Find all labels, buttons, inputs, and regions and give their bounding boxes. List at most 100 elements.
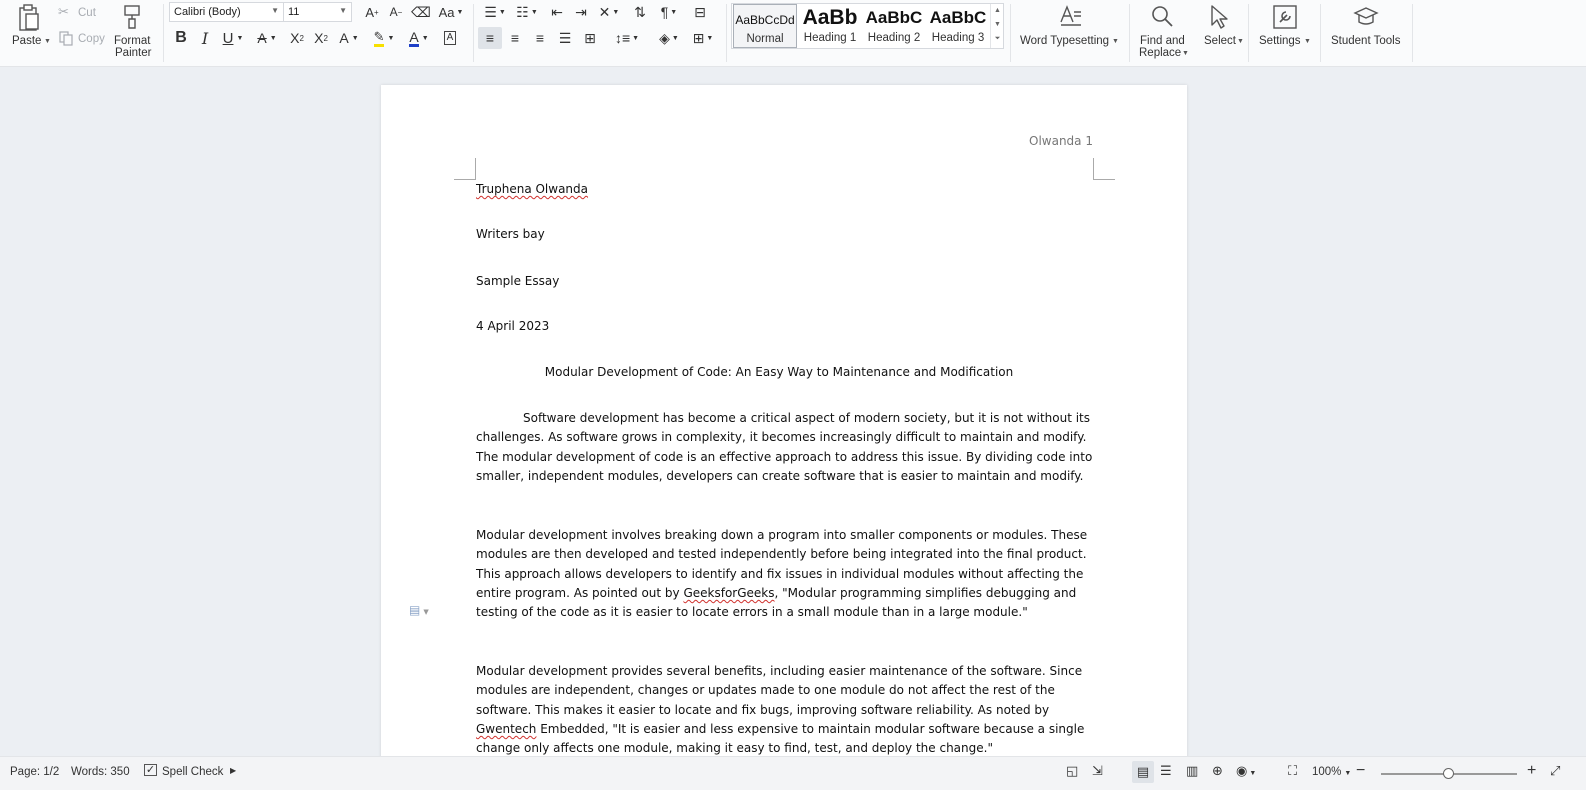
style-preview: AaBb [802,6,858,29]
divider [726,4,727,62]
fit-page-icon[interactable]: ⛶ [1288,763,1297,779]
read-mode-icon[interactable]: ◱ [1066,763,1078,779]
align-right-button[interactable]: ≡ [528,27,552,49]
format-painter-label-1: Format [114,35,151,47]
zoom-level[interactable]: 100% ▼ [1312,766,1351,778]
text-direction-button[interactable]: ⊟ [688,1,712,23]
course-name[interactable]: Sample Essay [476,274,559,288]
crop-mark-right [1093,158,1115,180]
strikethrough-button[interactable]: A ▼ [252,27,282,49]
font-name-select[interactable]: Calibri (Body) ▼ [169,2,284,22]
numbering-button[interactable]: ☷ ▼ [512,1,542,23]
style-heading-1[interactable]: AaBb Heading 1 [798,4,862,48]
outline-view-icon[interactable]: ☰ [1160,763,1172,779]
font-color-icon: A [409,28,419,47]
text-effects-button[interactable]: A ▼ [334,27,364,49]
bold-button[interactable]: B [169,27,193,49]
institution[interactable]: Writers bay [476,227,545,241]
document-page[interactable]: Olwanda 1 Truphena Olwanda Writers bay S… [381,85,1187,765]
clear-format-button[interactable]: ⌫ [409,1,433,23]
style-preview: AaBbCcDd [735,13,795,27]
styles-scroll[interactable]: ▲ ▼ ⏷ [990,4,1004,48]
fullscreen-icon[interactable]: ⤢ [1550,763,1560,779]
italic-button[interactable]: I [193,27,217,49]
line-spacing-button[interactable]: ↕≡ ▼ [611,27,643,49]
decrease-indent-button[interactable]: ⇤ [545,1,569,23]
copy-button[interactable]: Copy [56,30,106,48]
style-heading-2[interactable]: AaBbC Heading 2 [862,4,926,48]
paste-label: Paste [12,35,42,47]
style-preview: AaBbC [929,8,987,27]
font-color-button[interactable]: A ▼ [404,27,434,49]
paragraph-options-icon[interactable]: ▤ ▼ [409,603,429,617]
paragraph-2[interactable]: Modular development involves breaking do… [476,526,1087,622]
divider [1010,4,1011,62]
reading-view-icon[interactable]: ▥ [1186,763,1198,779]
align-center-icon: ≡ [510,30,520,46]
word-count[interactable]: Words: 350 [71,766,130,778]
page-count[interactable]: Page: 1/2 [10,766,59,778]
spell-check-button[interactable]: ✓ Spell Check ▶ [144,762,238,784]
font-size-value: 11 [288,6,300,18]
justify-button[interactable]: ☰ [553,27,577,49]
word-typesetting-button[interactable]: Word Typesetting ▼ [1014,2,1126,58]
subscript-button[interactable]: X2 [309,27,333,49]
divider [1320,4,1321,62]
sort-button[interactable]: ⇅ [628,1,652,23]
borders-button[interactable]: ⊞ ▼ [688,27,718,49]
shading-button[interactable]: ◈ ▼ [654,27,684,49]
style-heading-3[interactable]: AaBbC Heading 3 [926,4,990,48]
chevron-down-icon: ▼ [1237,38,1244,45]
highlight-button[interactable]: ✎ ▼ [369,27,399,49]
underline-button[interactable]: U ▼ [217,27,249,49]
font-name-value: Calibri (Body) [174,6,241,18]
text-line: software. This makes it easier to locate… [476,702,1050,717]
chinese-layout-button[interactable]: ✕ ▼ [594,1,624,23]
text-line: This approach allows developers to ident… [476,566,1084,581]
web-view-icon[interactable]: ⊕ [1212,763,1223,779]
eraser-icon: ⌫ [411,3,431,20]
character-border-button[interactable]: A [438,27,462,49]
style-normal[interactable]: AaBbCcDd Normal [733,4,797,48]
shrink-font-button[interactable]: A − [384,1,408,23]
zoom-in-button[interactable]: + [1527,762,1536,780]
eye-protection-icon[interactable]: ◉ ▼ [1236,763,1256,779]
bullets-button[interactable]: ☰ ▼ [480,1,510,23]
select-label: Select [1204,35,1236,47]
font-group: Calibri (Body) ▼ 11 ▼ A + A − ⌫ Aa ▼ B I U ▼… [164,0,472,66]
page-view-icon[interactable]: ▤ [1132,761,1154,783]
select-button[interactable]: Select ▼ [1195,2,1245,58]
grow-font-button[interactable]: A + [360,1,384,23]
font-size-select[interactable]: 11 ▼ [283,2,352,22]
cursor-icon [1211,5,1228,29]
zoom-slider[interactable] [1381,768,1517,779]
zoom-out-button[interactable]: − [1356,762,1365,780]
paragraph-1[interactable]: Software development has become a critic… [476,409,1092,486]
paragraph-3[interactable]: Modular development provides several ben… [476,662,1084,758]
misspelled-word[interactable]: GeeksforGeeks [683,586,774,600]
text-line: Modular development provides several ben… [476,664,1083,678]
align-left-button[interactable]: ≡ [478,27,502,49]
find-replace-button[interactable]: Find and Replace ▼ [1134,2,1192,60]
text-line: modules are then developed and tested in… [476,547,1087,562]
paste-button[interactable]: Paste ▼ [8,2,51,52]
bullet-list-icon: ☰ [484,3,497,20]
show-marks-button[interactable]: ¶ ▼ [654,1,684,23]
essay-title[interactable]: Modular Development of Code: An Easy Way… [476,365,1082,379]
essay-date[interactable]: 4 April 2023 [476,319,549,333]
distributed-button[interactable]: ⊞ [578,27,602,49]
superscript-button[interactable]: X2 [285,27,309,49]
zoom-slider-thumb[interactable] [1443,768,1454,779]
change-case-button[interactable]: Aa ▼ [436,1,466,23]
ribbon-toolbar: Paste ▼ ✂ Cut Copy Format Painter Calibr… [0,0,1586,67]
cut-button[interactable]: ✂ Cut [56,4,100,22]
format-painter-button[interactable]: Format Painter [110,2,156,60]
align-center-button[interactable]: ≡ [503,27,527,49]
settings-button[interactable]: Settings ▼ [1253,2,1317,58]
student-tools-button[interactable]: Student Tools [1325,2,1407,58]
increase-indent-button[interactable]: ⇥ [569,1,593,23]
sort-icon: ⇅ [634,3,646,20]
misspelled-word[interactable]: Gwentech [476,722,536,736]
author-name[interactable]: Truphena Olwanda [476,182,588,196]
export-icon[interactable]: ⇲ [1092,763,1103,779]
